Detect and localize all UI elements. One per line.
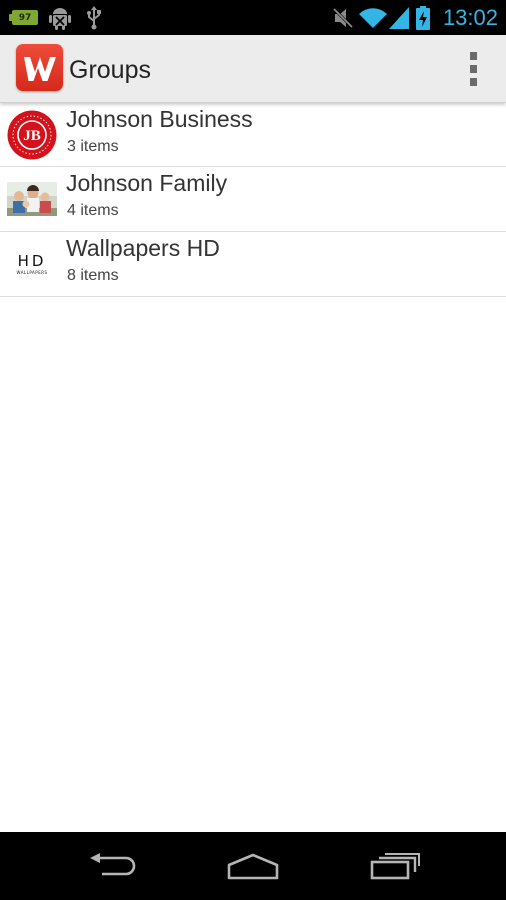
list-item[interactable]: Johnson Family 4 items	[0, 167, 506, 232]
menu-dot	[469, 52, 477, 60]
hd-logo-subtext: WALLPAPERS	[16, 270, 47, 275]
back-icon[interactable]	[78, 846, 148, 886]
menu-dot	[469, 65, 477, 73]
list-item[interactable]: HD WALLPAPERS Wallpapers HD 8 items	[0, 232, 506, 297]
action-bar: Groups	[0, 35, 506, 103]
group-title: Johnson Business	[66, 106, 253, 132]
family-photo-thumbnail	[6, 173, 58, 225]
jb-badge-thumbnail: JB	[6, 109, 58, 161]
mute-icon	[330, 0, 356, 35]
status-bar: 97 13:02	[0, 0, 506, 35]
wifi-icon	[358, 0, 388, 35]
status-time: 13:02	[442, 5, 498, 30]
battery-icon: 97	[9, 0, 40, 35]
home-icon[interactable]	[218, 846, 288, 886]
w-logo-icon[interactable]	[16, 44, 63, 91]
page-title: Groups	[69, 56, 151, 84]
group-list: JB Johnson Business 3 items Johnson Fami…	[0, 103, 506, 297]
menu-dot	[469, 78, 477, 86]
hd-logo-text: HD	[18, 252, 47, 270]
charging-battery-icon	[413, 0, 433, 35]
group-title: Johnson Family	[66, 170, 228, 196]
group-count: 8 items	[67, 267, 119, 284]
screen: 97 13:02 Groups JB Johnson Business 3 it…	[0, 0, 506, 900]
list-item[interactable]: JB Johnson Business 3 items	[0, 103, 506, 167]
usb-icon	[82, 0, 106, 35]
navigation-bar	[0, 832, 506, 900]
signal-icon	[388, 0, 410, 35]
hd-wallpapers-logo-thumbnail: HD WALLPAPERS	[6, 238, 58, 290]
group-title: Wallpapers HD	[66, 235, 220, 261]
group-count: 4 items	[67, 202, 119, 219]
battery-level: 97	[9, 10, 38, 25]
android-debug-icon	[46, 0, 74, 35]
jb-badge-text: JB	[23, 128, 41, 144]
group-count: 3 items	[67, 138, 119, 155]
overflow-menu-icon[interactable]	[466, 52, 480, 86]
recents-icon[interactable]	[360, 846, 430, 886]
